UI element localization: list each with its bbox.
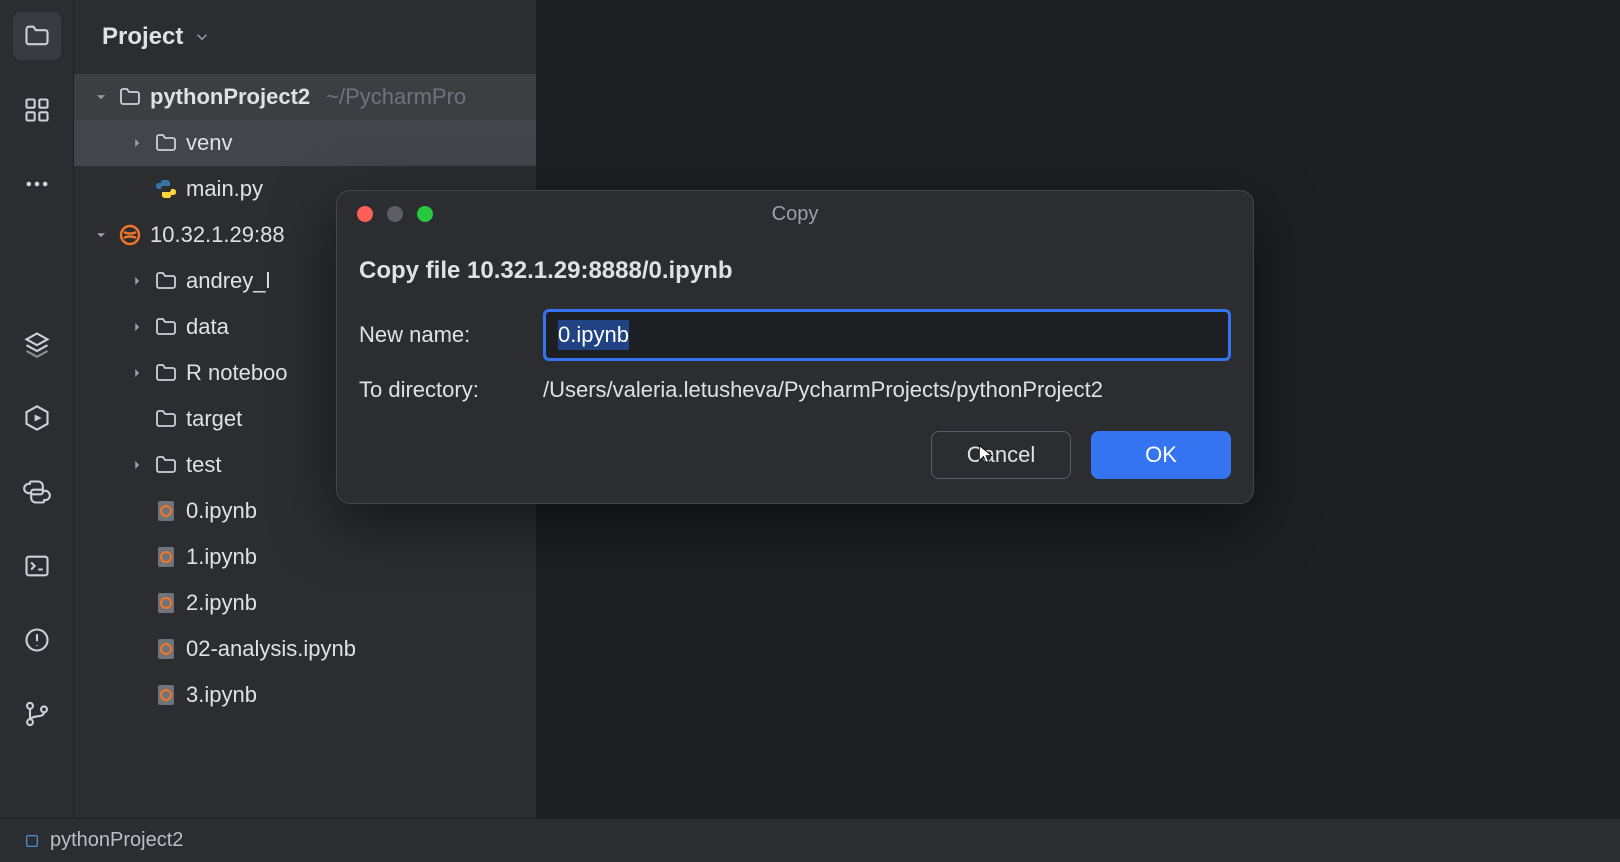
- branch-icon: [23, 700, 51, 728]
- new-name-input[interactable]: 0.ipynb: [543, 309, 1231, 361]
- status-project[interactable]: pythonProject2: [50, 829, 183, 852]
- tree-label: pythonProject2: [150, 84, 310, 110]
- panel-title: Project: [102, 23, 183, 51]
- notebook-icon: [154, 545, 178, 569]
- vcs-tool-button[interactable]: [13, 690, 61, 738]
- more-tool-button[interactable]: [13, 160, 61, 208]
- cancel-label: Cancel: [967, 442, 1035, 468]
- chevron-right-icon[interactable]: [128, 318, 146, 336]
- tree-label: target: [186, 406, 242, 432]
- window-controls: [337, 206, 433, 222]
- chevron-right-icon[interactable]: [128, 134, 146, 152]
- dialog-title: Copy: [337, 203, 1253, 226]
- tree-item[interactable]: 2.ipynb: [74, 580, 536, 626]
- python-file-icon: [154, 177, 178, 201]
- tree-label: test: [186, 452, 221, 478]
- tree-root[interactable]: pythonProject2 ~/PycharmPro: [74, 74, 536, 120]
- ok-button[interactable]: OK: [1091, 431, 1231, 479]
- terminal-tool-button[interactable]: [13, 542, 61, 590]
- to-dir-label: To directory:: [359, 377, 539, 403]
- project-tool-button[interactable]: [13, 12, 61, 60]
- tree-item[interactable]: 1.ipynb: [74, 534, 536, 580]
- tree-item[interactable]: 02-analysis.ipynb: [74, 626, 536, 672]
- tree-label: venv: [186, 130, 232, 156]
- status-bar: pythonProject2: [0, 818, 1620, 862]
- python-console-button[interactable]: [13, 468, 61, 516]
- problems-tool-button[interactable]: [13, 616, 61, 664]
- dialog-heading: Copy file 10.32.1.29:8888/0.ipynb: [359, 257, 1231, 285]
- tree-label: R noteboo: [186, 360, 288, 386]
- chevron-right-icon[interactable]: [128, 456, 146, 474]
- to-dir-value[interactable]: /Users/valeria.letusheva/PycharmProjects…: [543, 377, 1231, 403]
- folder-icon: [118, 85, 142, 109]
- notebook-icon: [154, 499, 178, 523]
- tree-label: 3.ipynb: [186, 682, 257, 708]
- tree-item-venv[interactable]: venv: [74, 120, 536, 166]
- form-row-new-name: New name: 0.ipynb: [359, 309, 1231, 361]
- jupyter-server-icon: [118, 223, 142, 247]
- tree-label: data: [186, 314, 229, 340]
- chevron-down-icon: [193, 28, 211, 46]
- project-panel-header[interactable]: Project: [74, 0, 536, 74]
- tree-item[interactable]: 3.ipynb: [74, 672, 536, 718]
- folder-icon: [154, 407, 178, 431]
- cancel-button[interactable]: Cancel: [931, 431, 1071, 479]
- services-tool-button[interactable]: [13, 394, 61, 442]
- python-icon: [23, 478, 51, 506]
- more-icon: [23, 170, 51, 198]
- folder-icon: [154, 315, 178, 339]
- tree-label: andrey_l: [186, 268, 270, 294]
- tree-label: 10.32.1.29:88: [150, 222, 285, 248]
- folder-icon: [23, 22, 51, 50]
- grid-icon: [23, 96, 51, 124]
- chevron-right-icon[interactable]: [128, 364, 146, 382]
- tool-rail: [0, 0, 74, 862]
- chevron-down-icon[interactable]: [92, 226, 110, 244]
- dialog-buttons: Cancel OK: [359, 431, 1231, 479]
- tree-label: main.py: [186, 176, 263, 202]
- ok-label: OK: [1145, 442, 1177, 468]
- layers-tool-button[interactable]: [13, 320, 61, 368]
- chevron-right-icon[interactable]: [128, 272, 146, 290]
- minimize-icon[interactable]: [387, 206, 403, 222]
- tree-label: 02-analysis.ipynb: [186, 636, 356, 662]
- terminal-icon: [23, 552, 51, 580]
- new-name-value: 0.ipynb: [558, 320, 629, 350]
- close-icon[interactable]: [357, 206, 373, 222]
- folder-icon: [154, 361, 178, 385]
- dialog-titlebar[interactable]: Copy: [337, 191, 1253, 237]
- tree-label: 1.ipynb: [186, 544, 257, 570]
- tree-label: 2.ipynb: [186, 590, 257, 616]
- dialog-body: Copy file 10.32.1.29:8888/0.ipynb New na…: [337, 237, 1253, 503]
- folder-icon: [154, 453, 178, 477]
- module-icon: [24, 833, 40, 849]
- alert-icon: [23, 626, 51, 654]
- copy-dialog: Copy Copy file 10.32.1.29:8888/0.ipynb N…: [336, 190, 1254, 504]
- folder-icon: [154, 131, 178, 155]
- structure-tool-button[interactable]: [13, 86, 61, 134]
- notebook-icon: [154, 637, 178, 661]
- tree-path: ~/PycharmPro: [326, 84, 466, 110]
- form-row-to-dir: To directory: /Users/valeria.letusheva/P…: [359, 377, 1231, 403]
- notebook-icon: [154, 591, 178, 615]
- notebook-icon: [154, 683, 178, 707]
- folder-icon: [154, 269, 178, 293]
- tree-label: 0.ipynb: [186, 498, 257, 524]
- maximize-icon[interactable]: [417, 206, 433, 222]
- new-name-label: New name:: [359, 322, 539, 348]
- play-hex-icon: [23, 404, 51, 432]
- chevron-down-icon[interactable]: [92, 88, 110, 106]
- layers-icon: [23, 330, 51, 358]
